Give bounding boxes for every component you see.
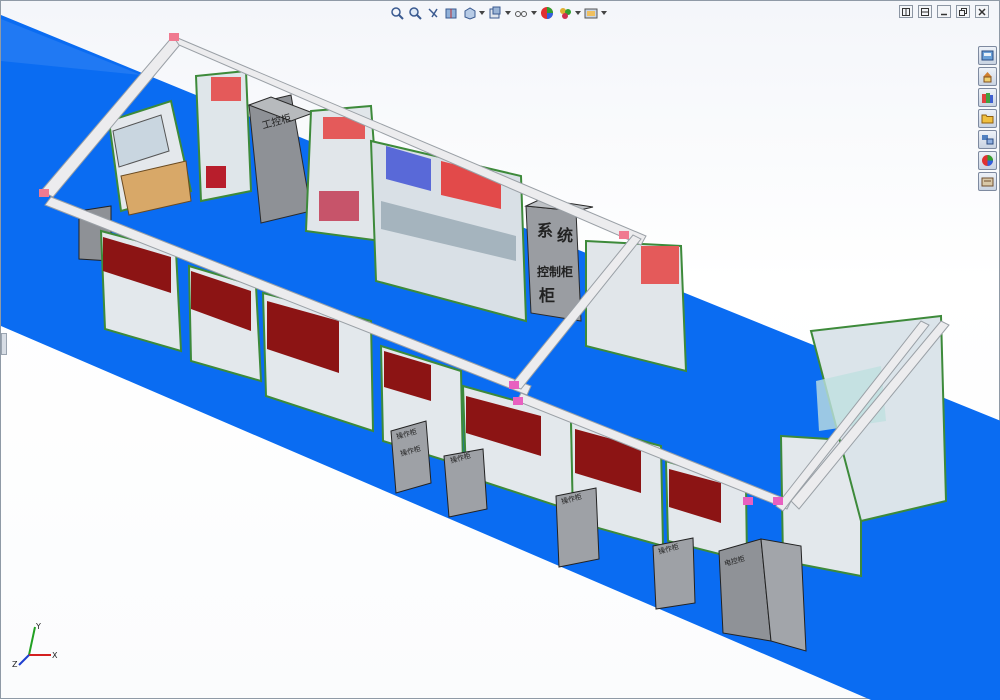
triad-x-label: X <box>52 651 58 660</box>
hide-show-items-icon <box>515 11 527 17</box>
previous-view-icon <box>428 8 438 18</box>
control-cabinet-label-4: 控制柜 <box>537 264 573 279</box>
graphics-area[interactable]: 工控柜 系 统 柜 控制柜 操作柜 操作柜 操作柜 操作柜 操作柜 电控柜 Y … <box>0 0 1000 700</box>
feature-manager-collapse-handle[interactable] <box>1 333 7 355</box>
control-cabinet-label-3: 柜 <box>539 286 555 305</box>
section-view-icon <box>445 8 457 19</box>
triad-z-label: Z <box>12 660 18 669</box>
display-style-icon <box>489 6 501 19</box>
control-cabinet-label-1: 系 <box>537 221 553 240</box>
view-settings-icon <box>584 8 598 19</box>
close-button[interactable] <box>975 5 989 18</box>
split-view-icon <box>902 7 910 16</box>
tab-appearances-scenes[interactable] <box>978 130 997 149</box>
chevron-down-icon <box>479 11 485 15</box>
restore-button[interactable] <box>956 5 970 18</box>
minimize-button[interactable] <box>937 5 951 18</box>
assembly-model-view[interactable]: 工控柜 系 统 柜 控制柜 操作柜 操作柜 操作柜 操作柜 操作柜 电控柜 <box>1 1 1000 700</box>
apply-scene-icon <box>560 8 571 19</box>
tab-custom-properties[interactable] <box>978 151 997 170</box>
section-view-button[interactable] <box>443 5 459 21</box>
view-settings-button[interactable] <box>583 5 599 21</box>
tab-file-explorer[interactable] <box>978 88 997 107</box>
edit-appearance-button[interactable] <box>539 5 555 21</box>
design-library-icon <box>983 72 992 83</box>
triad-z-axis <box>18 654 30 666</box>
triad-y-label: Y <box>35 622 41 631</box>
custom-properties-icon <box>982 155 993 166</box>
display-style-dropdown[interactable] <box>505 5 511 21</box>
task-pane-tabs <box>978 46 997 191</box>
file-explorer-icon <box>982 93 993 103</box>
edit-appearance-icon <box>541 7 553 19</box>
display-style-button[interactable] <box>487 5 503 21</box>
window-controls <box>899 5 989 18</box>
appearances-scenes-icon <box>982 135 994 145</box>
viewport-link-button[interactable] <box>918 5 932 18</box>
tab-view-palette[interactable] <box>978 109 997 128</box>
zoom-to-area-button[interactable] <box>407 5 423 21</box>
forum-icon <box>981 177 994 187</box>
triad-y-axis <box>28 626 36 656</box>
link-views-icon <box>921 7 929 16</box>
chevron-down-icon <box>531 11 537 15</box>
view-settings-dropdown[interactable] <box>601 5 607 21</box>
zoom-to-area-icon <box>409 7 422 20</box>
solidworks-resources-icon <box>981 50 994 61</box>
heads-up-view-toolbar <box>389 3 607 23</box>
hide-show-dropdown[interactable] <box>531 5 537 21</box>
close-icon <box>978 7 986 16</box>
chevron-down-icon <box>601 11 607 15</box>
apply-scene-button[interactable] <box>557 5 573 21</box>
previous-view-button[interactable] <box>425 5 441 21</box>
zoom-to-fit-button[interactable] <box>389 5 405 21</box>
view-orientation-button[interactable] <box>461 5 477 21</box>
restore-icon <box>959 7 967 16</box>
apply-scene-dropdown[interactable] <box>575 5 581 21</box>
hide-show-items-button[interactable] <box>513 5 529 21</box>
chevron-down-icon <box>505 11 511 15</box>
view-palette-icon <box>981 114 994 124</box>
view-orientation-dropdown[interactable] <box>479 5 485 21</box>
reference-triad: Y X Z <box>12 622 58 669</box>
tab-forum[interactable] <box>978 172 997 191</box>
view-orientation-icon <box>464 7 476 20</box>
tab-design-library[interactable] <box>978 67 997 86</box>
minimize-icon <box>941 13 947 15</box>
viewport-split-button[interactable] <box>899 5 913 18</box>
zoom-to-fit-icon <box>391 7 404 20</box>
control-cabinet-label-2: 统 <box>557 226 573 245</box>
tab-solidworks-resources[interactable] <box>978 46 997 65</box>
chevron-down-icon <box>575 11 581 15</box>
